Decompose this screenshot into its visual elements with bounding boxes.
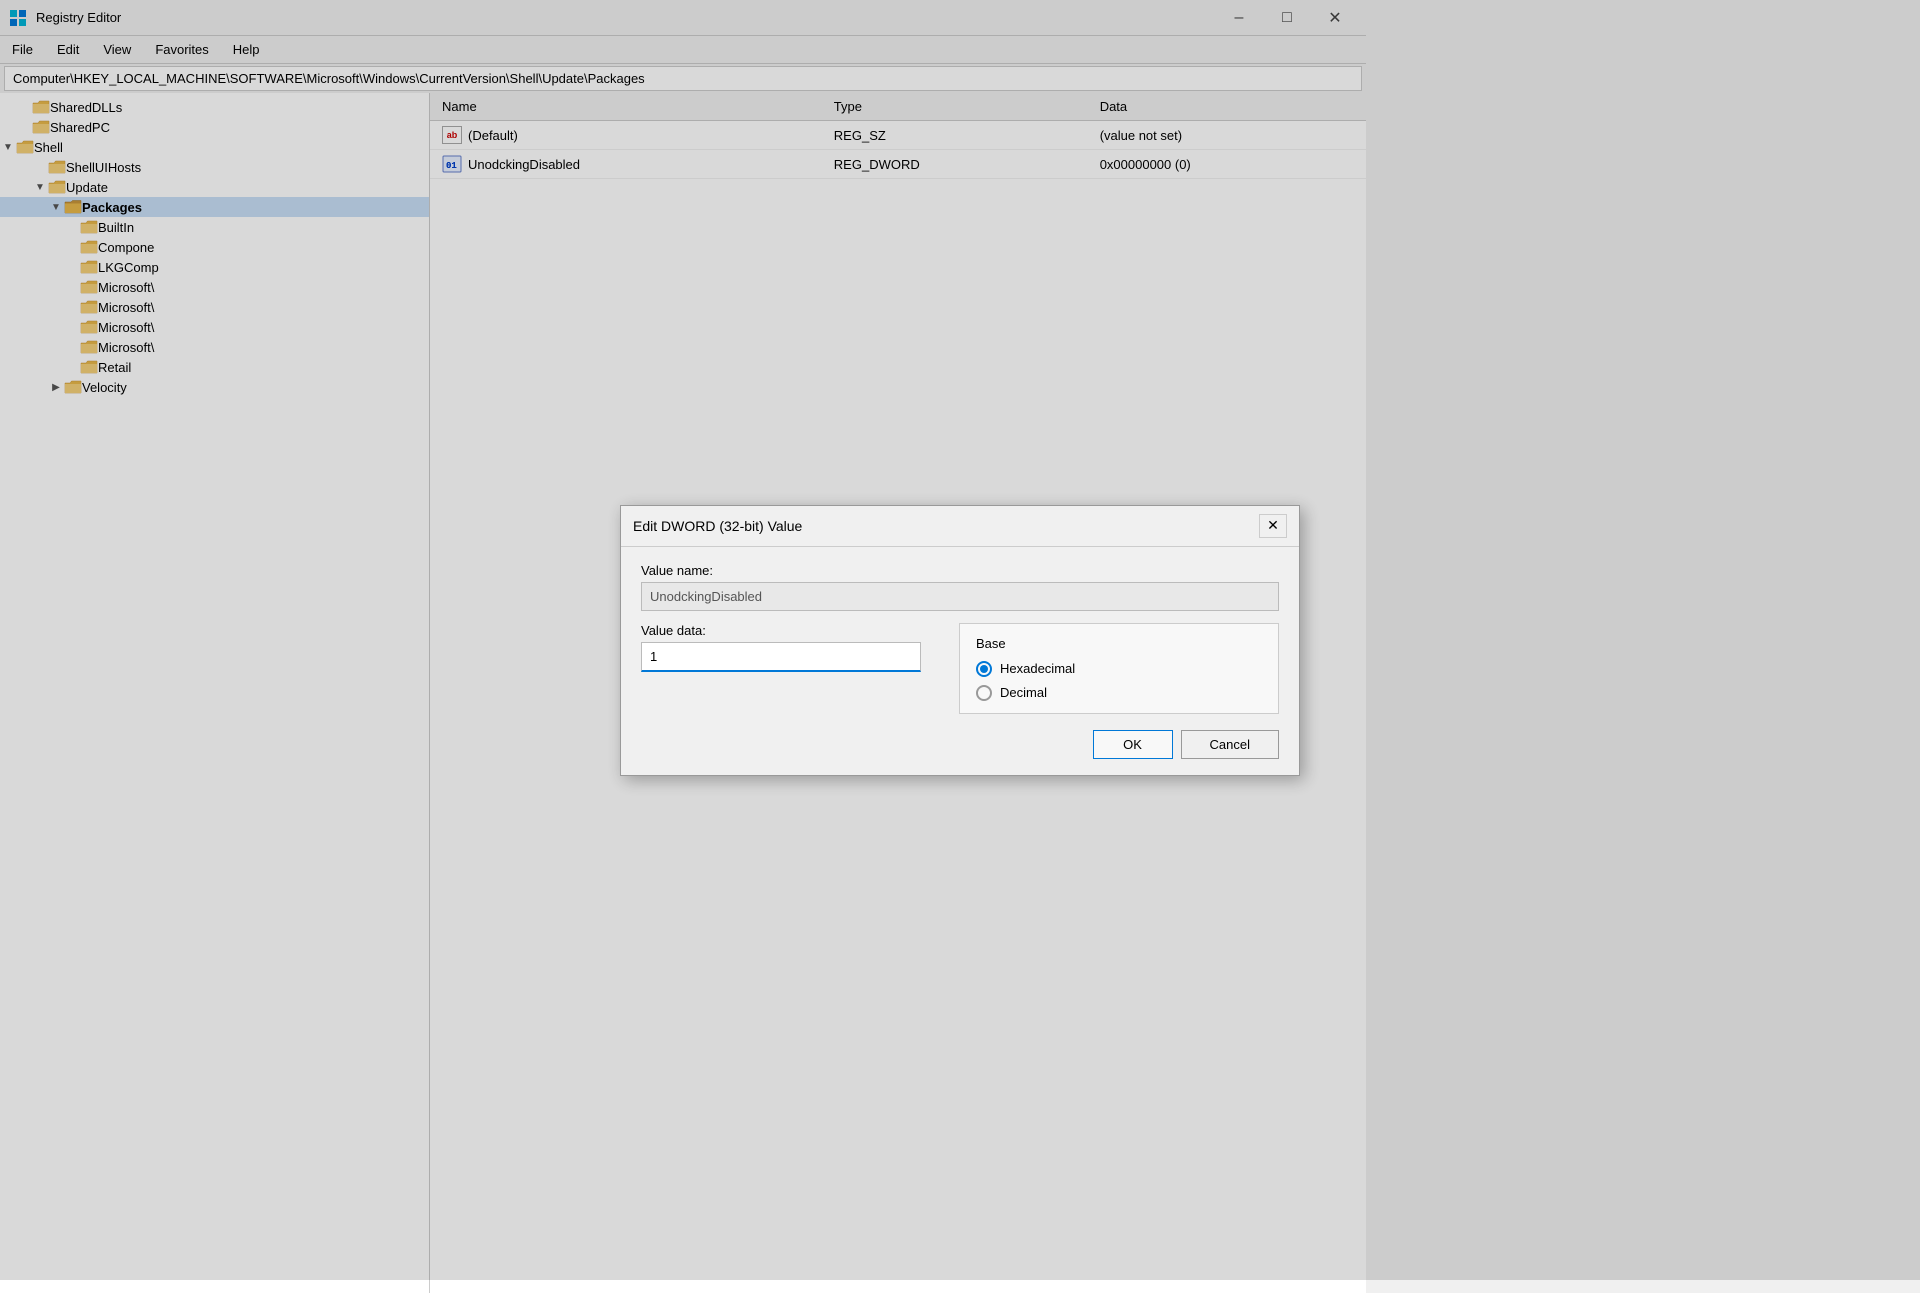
base-label: Base xyxy=(976,636,1262,651)
base-section: Base Hexadecimal Decimal xyxy=(959,623,1279,714)
edit-dword-dialog: Edit DWORD (32-bit) Value ✕ Value name: … xyxy=(620,505,1300,776)
dialog-buttons: OK Cancel xyxy=(641,730,1279,759)
value-name-field: Value name: xyxy=(641,563,1279,611)
radio-decimal[interactable]: Decimal xyxy=(976,685,1262,701)
data-base-row: Value data: Base Hexadecimal Decimal xyxy=(641,623,1279,714)
radio-group: Hexadecimal Decimal xyxy=(976,661,1262,701)
radio-hex-indicator xyxy=(976,661,992,677)
value-name-input[interactable] xyxy=(641,582,1279,611)
cancel-button[interactable]: Cancel xyxy=(1181,730,1279,759)
dialog-title-bar: Edit DWORD (32-bit) Value ✕ xyxy=(621,506,1299,547)
dialog-close-button[interactable]: ✕ xyxy=(1259,514,1287,538)
dialog-body: Value name: Value data: Base Hexadecimal xyxy=(621,547,1299,775)
value-name-label: Value name: xyxy=(641,563,1279,578)
dialog-title: Edit DWORD (32-bit) Value xyxy=(633,518,802,534)
radio-dec-label: Decimal xyxy=(1000,685,1047,700)
value-data-label: Value data: xyxy=(641,623,943,638)
value-data-section: Value data: xyxy=(641,623,943,714)
ok-button[interactable]: OK xyxy=(1093,730,1173,759)
radio-dec-indicator xyxy=(976,685,992,701)
value-data-input[interactable] xyxy=(641,642,921,672)
dialog-overlay: Edit DWORD (32-bit) Value ✕ Value name: … xyxy=(0,0,1920,1280)
radio-hexadecimal[interactable]: Hexadecimal xyxy=(976,661,1262,677)
radio-hex-label: Hexadecimal xyxy=(1000,661,1075,676)
